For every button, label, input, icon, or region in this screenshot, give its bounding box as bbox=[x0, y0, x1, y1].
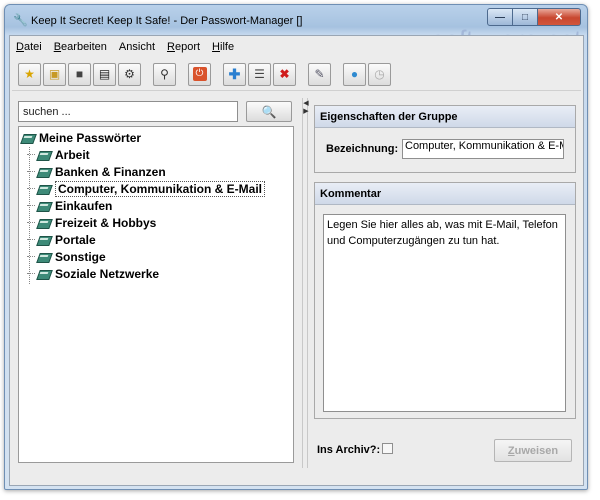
tree-item-sonstige[interactable]: Sonstige bbox=[19, 248, 293, 265]
wrench-icon[interactable]: 🔧 bbox=[13, 14, 28, 27]
archive-label: Ins Archiv?: bbox=[317, 444, 381, 456]
comment-header: Kommentar bbox=[315, 183, 575, 205]
tip-button[interactable]: ● bbox=[343, 62, 366, 86]
tip-bulb-icon: ● bbox=[350, 67, 359, 81]
add-button[interactable]: ✚ bbox=[223, 62, 246, 86]
maximize-icon: □ bbox=[521, 11, 529, 23]
edit-note-icon: ✎ bbox=[314, 67, 325, 81]
group-tree[interactable]: Meine Passwörter Arbeit Banken & Finanze… bbox=[18, 126, 294, 463]
delete-button[interactable]: ✖ bbox=[273, 62, 296, 86]
window-controls: — □ ✕ bbox=[487, 8, 581, 26]
name-field[interactable]: Computer, Kommunikation & E-Mail bbox=[402, 139, 564, 159]
new-button[interactable]: ★ bbox=[18, 62, 41, 86]
tree-item-label: Einkaufen bbox=[55, 198, 113, 213]
delete-icon: ✖ bbox=[279, 67, 290, 81]
panel-splitter[interactable]: ◀ ▶ bbox=[302, 98, 309, 468]
comment-textarea[interactable]: Legen Sie hier alles ab, was mit E-Mail,… bbox=[323, 214, 566, 412]
add-icon: ✚ bbox=[228, 66, 241, 82]
list-button[interactable]: ☰ bbox=[248, 62, 271, 86]
tree-item-banken-finanzen[interactable]: Banken & Finanzen bbox=[19, 163, 293, 180]
toolbar: ★ ▣ ■ ▤ ⚙ ⚲ ⏻ ✚ ☰ ✖ ✎ ● ◷ bbox=[12, 58, 581, 91]
power-icon: ⏻ bbox=[192, 67, 207, 81]
book-icon bbox=[37, 149, 51, 161]
search-button[interactable]: 🔍 bbox=[246, 101, 292, 122]
save-as-icon: ▤ bbox=[98, 67, 111, 81]
book-icon bbox=[37, 166, 51, 178]
minimize-icon: — bbox=[495, 11, 505, 23]
menu-datei[interactable]: Datei bbox=[16, 41, 42, 53]
tree-item-freizeit-hobbys[interactable]: Freizeit & Hobbys bbox=[19, 214, 293, 231]
tree-item-soziale-netzwerke[interactable]: Soziale Netzwerke bbox=[19, 265, 293, 282]
tree-item-label: Computer, Kommunikation & E-Mail bbox=[55, 180, 266, 197]
collapse-right-icon[interactable]: ▶ bbox=[303, 108, 309, 115]
list-icon: ☰ bbox=[254, 67, 265, 81]
book-icon bbox=[37, 217, 51, 229]
collapse-left-icon[interactable]: ◀ bbox=[303, 100, 309, 107]
group-properties-header: Eigenschaften der Gruppe bbox=[315, 106, 575, 128]
tree-item-label: Freizeit & Hobbys bbox=[55, 215, 157, 230]
open-button[interactable]: ▣ bbox=[43, 62, 66, 86]
assign-button[interactable]: Zuweisen bbox=[494, 439, 572, 462]
menu-bar: Datei Bearbeiten Ansicht Report Hilfe bbox=[10, 36, 583, 58]
archive-checkbox[interactable] bbox=[382, 443, 393, 454]
close-icon: ✕ bbox=[554, 11, 564, 23]
name-label: Bezeichnung: bbox=[326, 143, 399, 155]
tree-item-einkaufen[interactable]: Einkaufen bbox=[19, 197, 293, 214]
tree-item-arbeit[interactable]: Arbeit bbox=[19, 146, 293, 163]
tree-root[interactable]: Meine Passwörter bbox=[19, 129, 293, 146]
minimize-button[interactable]: — bbox=[487, 8, 513, 26]
book-icon bbox=[21, 132, 35, 144]
app-window: 🔧 Keep It Secret! Keep It Safe! - Der Pa… bbox=[4, 4, 588, 490]
title-bar[interactable]: 🔧 Keep It Secret! Keep It Safe! - Der Pa… bbox=[5, 5, 587, 35]
book-icon bbox=[37, 200, 51, 212]
open-file-icon: ▣ bbox=[48, 67, 61, 81]
maximize-button[interactable]: □ bbox=[513, 8, 538, 26]
book-icon bbox=[37, 268, 51, 280]
search-input[interactable] bbox=[18, 101, 238, 122]
tree-item-label: Arbeit bbox=[55, 147, 90, 162]
comment-panel: Kommentar Legen Sie hier alles ab, was m… bbox=[314, 182, 576, 419]
menu-report[interactable]: Report bbox=[167, 41, 200, 53]
tree-item-label: Sonstige bbox=[55, 249, 106, 264]
tree-item-label: Banken & Finanzen bbox=[55, 164, 166, 179]
menu-ansicht[interactable]: Ansicht bbox=[119, 41, 155, 53]
book-icon bbox=[37, 183, 51, 195]
edit-note-button[interactable]: ✎ bbox=[308, 62, 331, 86]
search-icon: 🔍 bbox=[261, 104, 277, 119]
tree-root-label: Meine Passwörter bbox=[39, 130, 142, 145]
menu-hilfe[interactable]: Hilfe bbox=[212, 41, 234, 53]
power-button[interactable]: ⏻ bbox=[188, 62, 211, 86]
save-icon: ■ bbox=[75, 67, 84, 81]
timer-icon: ◷ bbox=[374, 67, 385, 81]
settings-wheel-icon: ⚙ bbox=[124, 67, 135, 81]
timer-button[interactable]: ◷ bbox=[368, 62, 391, 86]
client-area: Datei Bearbeiten Ansicht Report Hilfe ★ … bbox=[9, 35, 584, 486]
tree-item-portale[interactable]: Portale bbox=[19, 231, 293, 248]
close-button[interactable]: ✕ bbox=[538, 8, 581, 26]
book-icon bbox=[37, 234, 51, 246]
tree-item-label: Portale bbox=[55, 232, 96, 247]
left-panel: 🔍 Meine Passwörter Arbeit Banken & Finan… bbox=[18, 101, 299, 466]
key-search-icon: ⚲ bbox=[160, 67, 169, 81]
tree-item-computer-kommunikation-email[interactable]: Computer, Kommunikation & E-Mail bbox=[19, 180, 293, 197]
tree-item-label: Soziale Netzwerke bbox=[55, 266, 160, 281]
menu-bearbeiten[interactable]: Bearbeiten bbox=[54, 41, 107, 53]
window-title: Keep It Secret! Keep It Safe! - Der Pass… bbox=[31, 15, 303, 27]
key-search-button[interactable]: ⚲ bbox=[153, 62, 176, 86]
new-file-icon: ★ bbox=[24, 67, 35, 81]
save-as-button[interactable]: ▤ bbox=[93, 62, 116, 86]
book-icon bbox=[37, 251, 51, 263]
settings-button[interactable]: ⚙ bbox=[118, 62, 141, 86]
save-button[interactable]: ■ bbox=[68, 62, 91, 86]
